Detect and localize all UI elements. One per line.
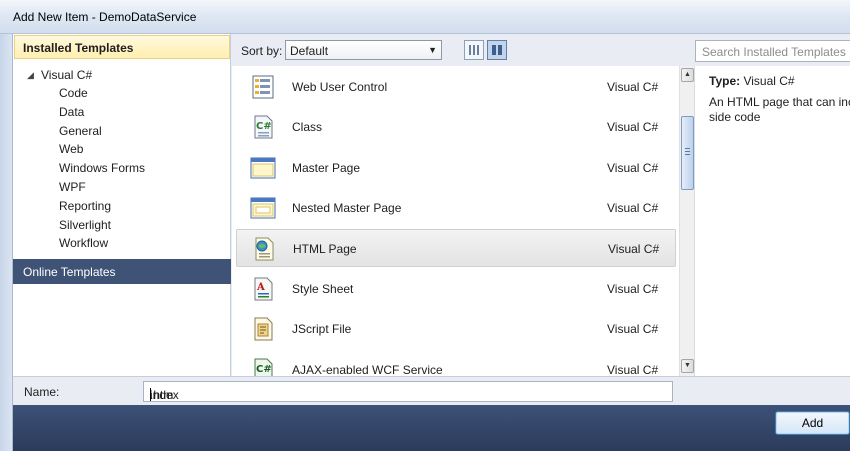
window-left-frame: [0, 34, 13, 451]
category-item-workflow[interactable]: Workflow: [59, 234, 108, 252]
online-templates-header[interactable]: Online Templates: [13, 259, 231, 284]
scroll-up-arrow-icon[interactable]: ▲: [681, 68, 694, 82]
medium-icons-view-button[interactable]: [487, 40, 507, 60]
template-row-selected[interactable]: HTML Page Visual C#: [236, 229, 676, 267]
small-icons-view-button[interactable]: [464, 40, 484, 60]
template-row[interactable]: C# AJAX-enabled WCF Service Visual C#: [236, 351, 676, 376]
description-line: side code: [709, 110, 761, 124]
wcf-service-icon: C#: [254, 358, 273, 376]
search-installed-templates-input[interactable]: Search Installed Templates: [695, 40, 850, 62]
description-line: An HTML page that can inc: [709, 95, 850, 109]
category-item-wpf[interactable]: WPF: [59, 178, 86, 196]
sort-by-value: Default: [290, 44, 329, 58]
template-language: Visual C#: [607, 282, 659, 296]
template-language: Visual C#: [608, 242, 660, 256]
template-row[interactable]: Master Page Visual C#: [236, 149, 676, 187]
template-language: Visual C#: [607, 322, 659, 336]
svg-text:A: A: [256, 282, 265, 293]
svg-text:C#: C#: [256, 364, 272, 375]
collapse-arrow-icon[interactable]: ◢: [27, 70, 34, 81]
template-language: Visual C#: [607, 120, 659, 134]
template-name: Web User Control: [292, 80, 388, 94]
category-item-silverlight[interactable]: Silverlight: [59, 216, 111, 234]
installed-templates-header[interactable]: Installed Templates: [14, 35, 230, 59]
medium-icons-view-icon: [492, 45, 502, 55]
type-value: Visual C#: [743, 74, 795, 88]
name-row: Name: index .htm: [13, 376, 850, 405]
template-name: HTML Page: [293, 242, 357, 256]
sort-by-dropdown[interactable]: Default ▼: [285, 40, 442, 60]
html-page-icon: [255, 237, 274, 261]
search-placeholder: Search Installed Templates: [702, 45, 846, 59]
sort-toolbar: Sort by: Default ▼: [232, 34, 693, 66]
template-type: Type: Visual C#: [709, 74, 795, 88]
web-user-control-icon: [252, 75, 274, 99]
scrollbar-thumb[interactable]: [681, 116, 694, 190]
nested-master-page-icon: [250, 197, 276, 219]
online-templates-label: Online Templates: [23, 265, 116, 279]
template-list: Web User Control Visual C# C# Class Visu…: [232, 66, 679, 376]
search-area: Search Installed Templates: [694, 34, 850, 66]
jscript-file-icon: [254, 317, 273, 341]
dropdown-arrow-icon: ▼: [428, 45, 437, 55]
add-new-item-dialog: Installed Templates ◢ Visual C# Code Dat…: [13, 34, 850, 451]
template-row[interactable]: Nested Master Page Visual C#: [236, 189, 676, 227]
category-item-reporting[interactable]: Reporting: [59, 197, 111, 215]
template-name: JScript File: [292, 322, 352, 336]
add-button[interactable]: Add: [775, 411, 850, 435]
dialog-button-bar: Add: [13, 405, 850, 451]
template-name: Class: [292, 120, 323, 134]
small-icons-view-icon: [469, 45, 479, 55]
sort-by-label: Sort by:: [241, 44, 283, 58]
category-item-data[interactable]: Data: [59, 103, 84, 121]
template-language: Visual C#: [607, 161, 659, 175]
template-name: Nested Master Page: [292, 201, 402, 215]
template-categories-panel: Installed Templates ◢ Visual C# Code Dat…: [13, 34, 231, 376]
template-language: Visual C#: [607, 201, 659, 215]
category-item-code[interactable]: Code: [59, 84, 88, 102]
template-language: Visual C#: [607, 363, 659, 376]
class-file-icon: C#: [254, 115, 273, 139]
scroll-down-arrow-icon[interactable]: ▼: [681, 359, 694, 373]
template-name: Style Sheet: [292, 282, 354, 296]
name-label: Name:: [24, 385, 60, 399]
template-name: Master Page: [292, 161, 361, 175]
tree-node-label: Visual C#: [41, 68, 93, 82]
svg-text:C#: C#: [256, 121, 272, 132]
template-list-scrollbar[interactable]: ▲ ▼: [679, 66, 694, 376]
style-sheet-icon: A: [254, 277, 273, 301]
title-bar: Add New Item - DemoDataService: [0, 0, 850, 34]
installed-templates-label: Installed Templates: [23, 41, 134, 55]
item-name-input[interactable]: index .htm: [143, 381, 673, 402]
category-item-windows-forms[interactable]: Windows Forms: [59, 159, 145, 177]
category-item-general[interactable]: General: [59, 122, 102, 140]
template-name: AJAX-enabled WCF Service: [292, 363, 443, 376]
template-row[interactable]: JScript File Visual C#: [236, 310, 676, 348]
template-description: An HTML page that can inc side code: [709, 95, 850, 125]
template-row[interactable]: A Style Sheet Visual C#: [236, 270, 676, 308]
category-item-web[interactable]: Web: [59, 140, 83, 158]
master-page-icon: [250, 157, 276, 179]
template-row[interactable]: C# Class Visual C#: [236, 108, 676, 146]
type-label: Type:: [709, 74, 741, 88]
window-title: Add New Item - DemoDataService: [13, 10, 197, 24]
template-details-panel: Type: Visual C# An HTML page that can in…: [694, 66, 850, 376]
template-row[interactable]: Web User Control Visual C#: [236, 68, 676, 106]
template-language: Visual C#: [607, 80, 659, 94]
